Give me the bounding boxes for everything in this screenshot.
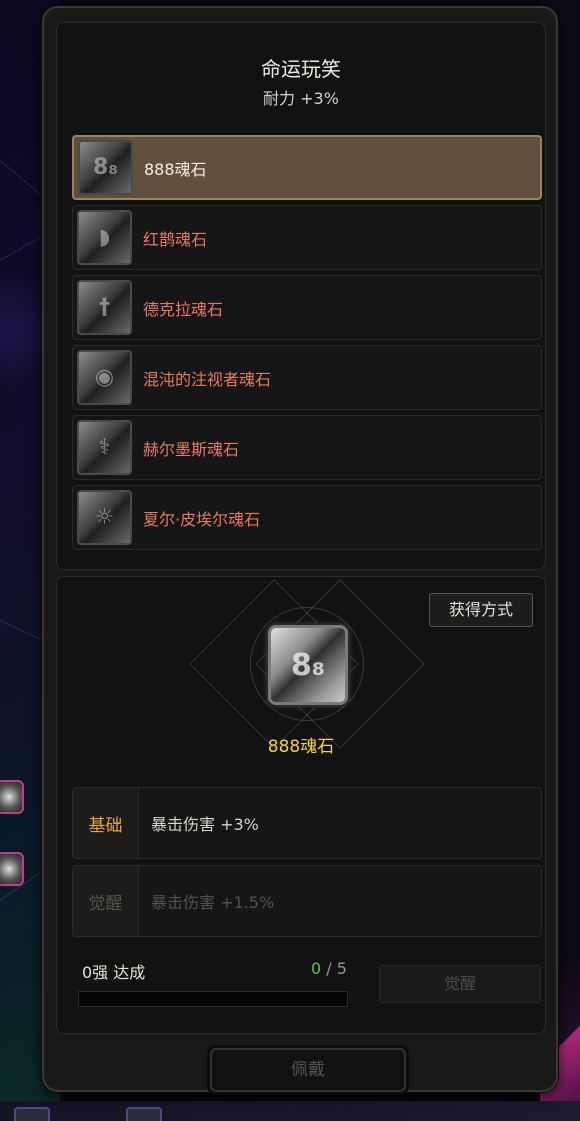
charles-stone-icon: ☼ <box>77 490 132 545</box>
hermes-stone-icon: ⚕ <box>77 420 132 475</box>
acquire-method-button[interactable]: 获得方式 <box>429 593 533 627</box>
set-bonus: 耐力 +3% <box>263 89 339 108</box>
side-character-icon[interactable] <box>0 852 24 886</box>
enhance-progress-count: 0 / 5 <box>311 959 347 978</box>
soulstone-name: 888魂石 <box>144 160 207 179</box>
bottom-slot[interactable] <box>126 1107 162 1121</box>
set-title: 命运玩笑 <box>261 57 341 81</box>
awaken-stat-value: 暴击伤害 +1.5% <box>151 893 275 912</box>
soulstone-row[interactable]: † 德克拉魂石 <box>72 275 542 340</box>
eye-stone-icon: ◉ <box>77 350 132 405</box>
side-character-icon[interactable] <box>0 780 24 814</box>
888-stone-icon: 8₈ <box>268 625 348 705</box>
soulstone-name: 红鹊魂石 <box>143 230 208 249</box>
soulstone-row[interactable]: ☼ 夏尔·皮埃尔魂石 <box>72 485 542 550</box>
base-stat: 基础 暴击伤害 +3% <box>72 787 542 859</box>
bottom-slot[interactable] <box>14 1107 50 1121</box>
soulstone-name: 混沌的注视者魂石 <box>143 370 272 389</box>
awaken-stat-label: 觉醒 <box>73 866 139 936</box>
soulstone-list-box: 命运玩笑 耐力 +3% 8₈ 888魂石 ◗ 红鹊魂石 † 德克拉魂石 ◉ 混沌的注视者魂石 ⚕… <box>56 22 546 570</box>
magpie-stone-icon: ◗ <box>77 210 132 265</box>
soulstone-detail-box: 获得方式 8₈ 888魂石 基础 暴击伤害 +3% 觉醒 暴击伤害 +1.5% … <box>56 576 546 1034</box>
soulstone-row[interactable]: ◗ 红鹊魂石 <box>72 205 542 270</box>
awaken-button[interactable]: 觉醒 <box>379 965 541 1003</box>
888-stone-icon: 8₈ <box>78 140 133 195</box>
soulstone-name: 赫尔墨斯魂石 <box>143 440 240 459</box>
soulstone-row[interactable]: ◉ 混沌的注视者魂石 <box>72 345 542 410</box>
soulstone-row[interactable]: 8₈ 888魂石 <box>72 135 542 200</box>
soulstone-list: 8₈ 888魂石 ◗ 红鹊魂石 † 德克拉魂石 ◉ 混沌的注视者魂石 ⚕ 赫尔墨斯魂石 ☼ 夏尔·皮埃… <box>72 135 542 555</box>
stone-emblem: 8₈ <box>189 579 425 749</box>
bottom-bar <box>0 1101 580 1121</box>
awaken-stat: 觉醒 暴击伤害 +1.5% <box>72 865 542 937</box>
base-stat-value: 暴击伤害 +3% <box>151 815 259 834</box>
base-stat-label: 基础 <box>73 788 139 858</box>
soulstone-name: 夏尔·皮埃尔魂石 <box>143 510 261 529</box>
soulstone-name: 德克拉魂石 <box>143 300 224 319</box>
soulstone-row[interactable]: ⚕ 赫尔墨斯魂石 <box>72 415 542 480</box>
equip-button[interactable]: 佩戴 <box>210 1048 406 1092</box>
enhance-progress-bar <box>78 991 348 1007</box>
soulstone-panel: 命运玩笑 耐力 +3% 8₈ 888魂石 ◗ 红鹊魂石 † 德克拉魂石 ◉ 混沌的注视者魂石 ⚕… <box>42 6 558 1092</box>
selected-stone-name: 888魂石 <box>267 737 335 757</box>
dekla-stone-icon: † <box>77 280 132 335</box>
enhance-progress-label: 0强 达成 <box>82 963 146 982</box>
